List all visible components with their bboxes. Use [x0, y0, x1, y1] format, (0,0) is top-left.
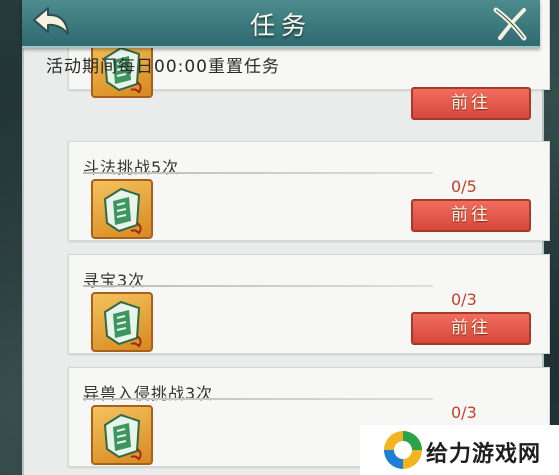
jade-token-icon	[91, 179, 153, 239]
go-button[interactable]: 前往	[411, 312, 531, 345]
jade-token-icon	[91, 405, 153, 465]
divider	[83, 285, 433, 287]
jade-token-icon	[91, 292, 153, 352]
task-name: 斗法挑战5次	[83, 158, 180, 177]
go-button[interactable]: 前往	[411, 199, 531, 232]
watermark-logo-icon	[384, 431, 422, 469]
watermark: 给力游戏网	[360, 425, 559, 475]
divider	[83, 172, 433, 174]
back-arrow-icon	[33, 7, 69, 35]
close-icon	[493, 7, 527, 41]
task-name: 异兽入侵挑战3次	[83, 384, 214, 403]
page-title: 任务	[249, 11, 312, 40]
header-bar: 任务	[22, 0, 540, 48]
task-progress: 0/3	[451, 290, 477, 309]
close-button[interactable]	[490, 4, 532, 44]
go-button[interactable]: 前往	[411, 87, 531, 120]
back-button[interactable]	[28, 4, 74, 44]
task-progress: 0/3	[451, 403, 477, 422]
divider	[83, 398, 433, 400]
task-card: 斗法挑战5次 0/5 前往	[68, 141, 550, 241]
watermark-text: 给力游戏网	[426, 442, 542, 467]
task-progress: 0/5	[451, 177, 477, 196]
reset-notice: 活动期间每日00:00重置任务	[46, 57, 280, 77]
task-card: 寻宝3次 0/3 前往	[68, 254, 550, 354]
task-name: 寻宝3次	[83, 271, 146, 290]
